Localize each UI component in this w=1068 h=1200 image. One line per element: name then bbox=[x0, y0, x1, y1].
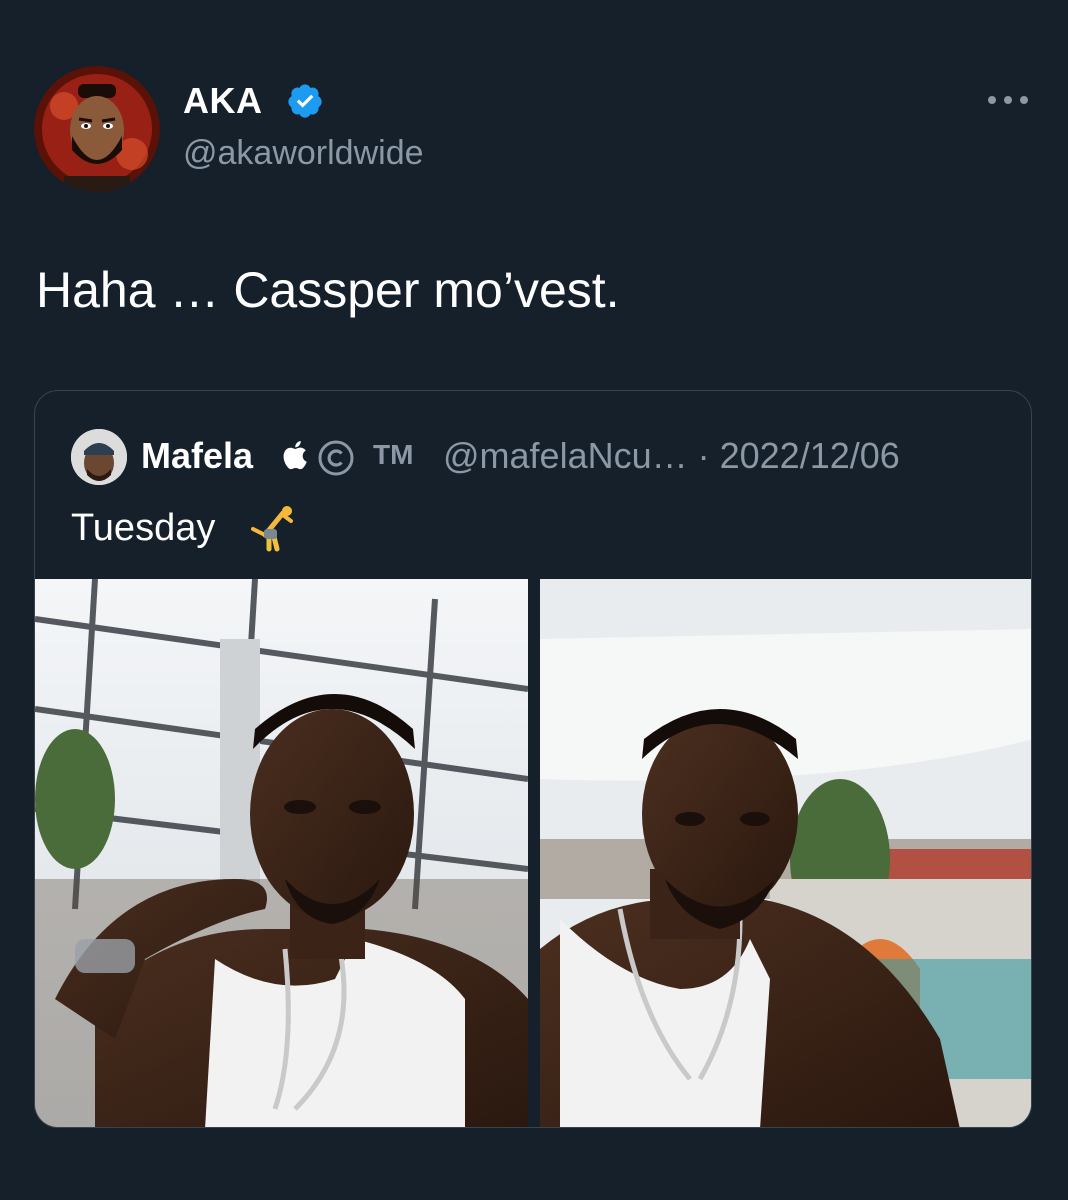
quoted-author-avatar[interactable] bbox=[71, 429, 127, 485]
avatar-illustration bbox=[34, 66, 160, 192]
author-handle[interactable]: @akaworldwide bbox=[183, 134, 424, 173]
selfie-photo-window bbox=[35, 579, 528, 1127]
trademark-label: TM bbox=[373, 439, 414, 470]
quoted-avatar-photo bbox=[71, 429, 127, 485]
person-cartwheeling-emoji bbox=[251, 506, 293, 552]
quoted-author-name[interactable]: Mafela bbox=[141, 435, 253, 477]
selfie-photo-mall bbox=[540, 579, 1031, 1127]
copyright-icon bbox=[318, 440, 354, 476]
quoted-photo-2[interactable] bbox=[540, 579, 1031, 1127]
more-options-icon[interactable] bbox=[986, 90, 1030, 110]
author-name[interactable]: AKA bbox=[183, 80, 263, 122]
tweet-text: Haha … Cassper mo’vest. bbox=[36, 262, 620, 318]
quoted-photo-1[interactable] bbox=[35, 579, 528, 1127]
author-avatar[interactable] bbox=[34, 66, 160, 192]
quoted-handle-date[interactable]: @mafelaNcu… · 2022/12/06 bbox=[443, 435, 900, 477]
quoted-tweet-card[interactable]: Mafela TM @mafelaNcu… · 2022/12/06 Tuesd… bbox=[34, 390, 1032, 1128]
verified-badge-icon bbox=[288, 84, 322, 118]
quoted-text: Tuesday bbox=[71, 507, 216, 549]
apple-logo-icon bbox=[283, 441, 307, 470]
